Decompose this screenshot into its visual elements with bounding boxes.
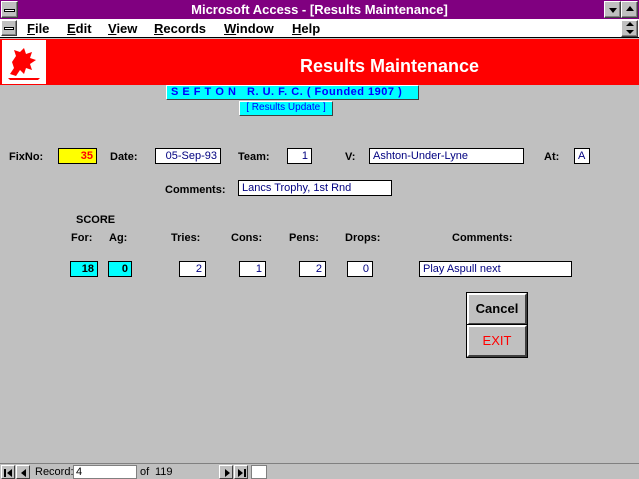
minimize-icon [609, 8, 617, 13]
fixture-comments-label: Comments: [165, 184, 226, 196]
result-comments-field[interactable]: Play Aspull next [419, 261, 572, 277]
drops-field[interactable]: 0 [347, 261, 373, 277]
next-record-icon [225, 469, 230, 477]
maximize-button[interactable] [621, 1, 638, 18]
horizontal-scrollbar[interactable] [251, 465, 267, 479]
against-label: Ag: [109, 232, 128, 244]
fixture-comments-field[interactable]: Lancs Trophy, 1st Rnd [238, 180, 392, 196]
window-title: Microsoft Access - [Results Maintenance] [191, 2, 448, 17]
menu-file[interactable]: File [27, 21, 49, 36]
menu-edit[interactable]: Edit [67, 21, 92, 36]
menu-file-rest: ile [34, 21, 50, 36]
date-label: Date: [110, 151, 138, 163]
tries-label: Tries: [171, 232, 201, 244]
against-field[interactable]: 0 [108, 261, 132, 277]
restore-down-icon [626, 30, 634, 34]
at-label: At: [544, 151, 560, 163]
form-title: Results Maintenance [299, 56, 480, 76]
tries-field[interactable]: 2 [179, 261, 206, 277]
title-bar: Microsoft Access - [Results Maintenance] [0, 0, 639, 19]
opponent-field[interactable]: Ashton-Under-Lyne [369, 148, 524, 164]
record-label: Record: [35, 466, 74, 478]
score-heading: SCORE [76, 214, 116, 226]
menu-help[interactable]: Help [292, 21, 320, 36]
fixno-field[interactable]: 35 [58, 148, 97, 164]
club-banner: S E F T O N R. U. F. C. ( Founded 1907 ) [166, 85, 419, 100]
cancel-button[interactable]: Cancel [466, 292, 528, 326]
system-menu-button[interactable] [1, 1, 18, 18]
record-of-label: of [140, 466, 150, 478]
record-navigator: Record: 4 of 119 [0, 463, 639, 479]
record-total: 119 [155, 466, 173, 478]
date-field[interactable]: 05-Sep-93 [155, 148, 221, 164]
minimize-button[interactable] [604, 1, 621, 18]
menu-window[interactable]: Window [224, 21, 274, 36]
team-label: Team: [238, 151, 270, 163]
document-menu-icon [4, 27, 14, 30]
team-field[interactable]: 1 [287, 148, 312, 164]
fixno-label: FixNo: [9, 151, 44, 163]
previous-record-button[interactable] [16, 465, 30, 479]
pens-label: Pens: [289, 232, 319, 244]
menu-records[interactable]: Records [154, 21, 206, 36]
opponent-label: V: [345, 151, 356, 163]
previous-record-icon [21, 469, 26, 477]
last-record-icon [238, 469, 243, 477]
last-record-button[interactable] [234, 465, 248, 479]
cons-field[interactable]: 1 [239, 261, 266, 277]
exit-button[interactable]: EXIT [466, 324, 528, 358]
document-menu-button[interactable] [1, 20, 17, 36]
next-record-button[interactable] [219, 465, 233, 479]
record-number-field[interactable]: 4 [73, 465, 137, 479]
first-record-button[interactable] [1, 465, 15, 479]
results-update-label: [ Results Update ] [239, 101, 333, 116]
maximize-icon [626, 6, 634, 11]
menu-view[interactable]: View [108, 21, 137, 36]
at-field[interactable]: A [574, 148, 590, 164]
restore-up-icon [626, 22, 634, 26]
pens-field[interactable]: 2 [299, 261, 326, 277]
for-field[interactable]: 18 [70, 261, 98, 277]
system-menu-icon [4, 9, 15, 12]
cons-label: Cons: [231, 232, 263, 244]
result-comments-label: Comments: [452, 232, 513, 244]
drops-label: Drops: [345, 232, 381, 244]
restore-button[interactable] [621, 20, 638, 37]
for-label: For: [71, 232, 93, 244]
first-record-icon [7, 469, 12, 477]
menu-bar: File Edit View Records Window Help [0, 19, 639, 38]
